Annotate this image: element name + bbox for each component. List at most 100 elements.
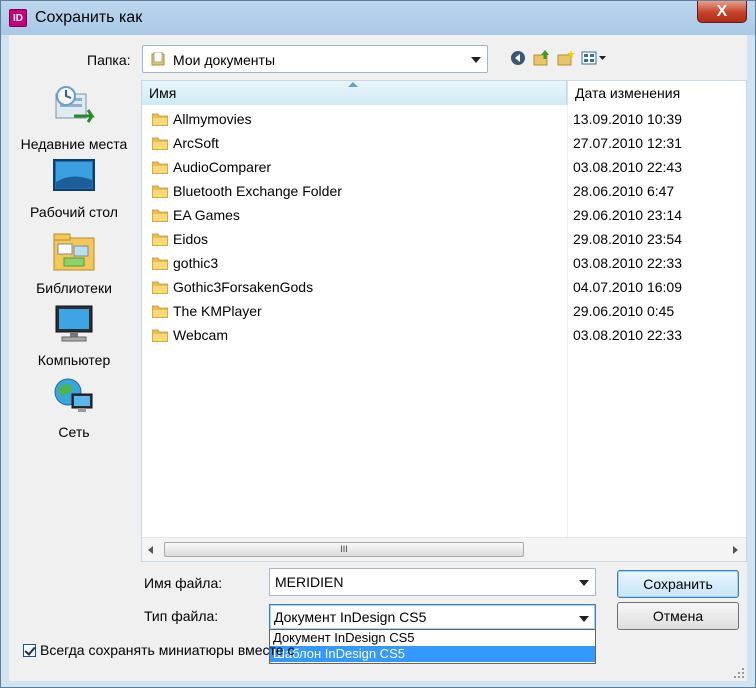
- save-as-dialog: ID Сохранить как X Папка: Мои документы: [0, 0, 756, 688]
- file-name: gothic3: [173, 255, 219, 271]
- list-item[interactable]: Bluetooth Exchange Folder 28.06.2010 6:47: [142, 180, 746, 204]
- scroll-thumb[interactable]: III: [164, 542, 524, 557]
- list-item[interactable]: ArcSoft 27.07.2010 12:31: [142, 132, 746, 156]
- chevron-down-icon[interactable]: [579, 580, 589, 586]
- file-date: 04.07.2010 16:09: [573, 279, 682, 295]
- folder-select-value: Мои документы: [173, 52, 276, 68]
- filetype-value: Документ InDesign CS5: [274, 609, 427, 625]
- place-label-libraries: Библиотеки: [36, 280, 112, 296]
- column-header-date[interactable]: Дата изменения: [567, 81, 746, 105]
- file-date: 03.08.2010 22:33: [573, 327, 682, 343]
- file-rows: Allmymovies 13.09.2010 10:39 ArcSoft 27.07.…: [142, 108, 746, 348]
- column-header-name[interactable]: Имя: [142, 81, 567, 105]
- file-name: Gothic3ForsakenGods: [173, 279, 314, 295]
- list-header: Имя Дата изменения: [142, 81, 746, 105]
- folder-icon: [152, 113, 168, 126]
- filename-label: Имя файла:: [144, 575, 223, 591]
- place-computer[interactable]: Компьютер: [9, 304, 139, 368]
- desktop-icon: [53, 159, 95, 191]
- file-name: EA Games: [173, 207, 240, 223]
- indesign-app-icon: ID: [9, 9, 27, 27]
- list-item[interactable]: Gothic3ForsakenGods 04.07.2010 16:09: [142, 276, 746, 300]
- folder-icon: [152, 329, 168, 342]
- place-network[interactable]: Сеть: [9, 376, 139, 440]
- folder-icon: [152, 233, 168, 246]
- recent-places-icon: [55, 86, 95, 123]
- up-folder-icon[interactable]: [533, 49, 551, 67]
- file-date: 28.06.2010 6:47: [573, 183, 675, 199]
- filetype-option[interactable]: Документ InDesign CS5: [270, 630, 595, 646]
- file-name: AudioComparer: [173, 159, 272, 175]
- thumbnail-checkbox[interactable]: [23, 644, 36, 657]
- file-date: 03.08.2010 22:33: [573, 255, 682, 271]
- file-date: 29.06.2010 23:14: [573, 207, 682, 223]
- place-label-computer: Компьютер: [37, 352, 111, 368]
- list-item[interactable]: Eidos 29.08.2010 23:54: [142, 228, 746, 252]
- folder-icon: [152, 185, 168, 198]
- filetype-select[interactable]: Документ InDesign CS5: [269, 604, 596, 630]
- list-item[interactable]: AudioComparer 03.08.2010 22:43: [142, 156, 746, 180]
- folder-icon: [152, 281, 168, 294]
- sort-ascending-icon: [348, 82, 358, 87]
- thumbnail-checkbox-label: Всегда сохранять миниатюры вместе с: [40, 642, 295, 658]
- file-date: 29.06.2010 0:45: [573, 303, 675, 319]
- filetype-dropdown-list: Документ InDesign CS5 Шаблон InDesign CS…: [269, 629, 596, 664]
- scroll-left-icon[interactable]: [148, 546, 153, 554]
- title-bar[interactable]: ID Сохранить как X: [1, 1, 755, 35]
- file-name: Bluetooth Exchange Folder: [173, 183, 342, 199]
- dialog-client-area: Папка: Мои документы Недавние места Рабо…: [9, 35, 747, 681]
- cancel-button[interactable]: Отмена: [617, 602, 739, 630]
- file-name: ArcSoft: [173, 135, 219, 151]
- column-header-name-label: Имя: [149, 85, 177, 101]
- folder-label: Папка:: [87, 52, 131, 68]
- horizontal-scrollbar[interactable]: III: [142, 537, 746, 561]
- list-item[interactable]: Webcam 03.08.2010 22:33: [142, 324, 746, 348]
- filename-value: MERIDIEN: [275, 574, 344, 590]
- folder-icon: [152, 137, 168, 150]
- back-icon[interactable]: [509, 49, 527, 67]
- file-date: 03.08.2010 22:43: [573, 159, 682, 175]
- file-date: 27.07.2010 12:31: [573, 135, 682, 151]
- window-title: Сохранить как: [35, 9, 143, 26]
- computer-icon: [55, 305, 93, 342]
- chevron-down-icon[interactable]: [471, 57, 481, 63]
- folder-select[interactable]: Мои документы: [142, 45, 488, 73]
- documents-folder-icon: [151, 52, 165, 66]
- column-header-date-label: Дата изменения: [575, 85, 681, 101]
- file-name: The KMPlayer: [173, 303, 262, 319]
- scroll-right-icon[interactable]: [733, 546, 738, 554]
- place-desktop[interactable]: Рабочий стол: [9, 158, 139, 220]
- filename-input[interactable]: MERIDIEN: [269, 568, 596, 596]
- list-item[interactable]: EA Games 29.06.2010 23:14: [142, 204, 746, 228]
- place-label-network: Сеть: [58, 424, 90, 440]
- thumbnail-checkbox-row[interactable]: Всегда сохранять миниатюры вместе с: [23, 642, 294, 658]
- place-label-desktop: Рабочий стол: [30, 204, 118, 220]
- place-label-recent: Недавние места: [20, 136, 128, 152]
- folder-icon: [152, 257, 168, 270]
- places-bar: Недавние места Рабочий стол Библиотеки К…: [9, 80, 139, 500]
- file-name: Webcam: [173, 327, 228, 343]
- file-date: 29.08.2010 23:54: [573, 231, 682, 247]
- navigation-toolbar: [509, 49, 609, 67]
- close-button[interactable]: X: [697, 1, 747, 23]
- new-folder-icon[interactable]: [557, 49, 575, 67]
- list-item[interactable]: gothic3 03.08.2010 22:33: [142, 252, 746, 276]
- folder-icon: [152, 161, 168, 174]
- folder-icon: [152, 209, 168, 222]
- list-item[interactable]: The KMPlayer 29.06.2010 0:45: [142, 300, 746, 324]
- file-name: Allmymovies: [173, 111, 252, 127]
- chevron-down-icon[interactable]: [579, 616, 589, 622]
- place-libraries[interactable]: Библиотеки: [9, 232, 139, 296]
- save-button[interactable]: Сохранить: [617, 570, 739, 598]
- list-item[interactable]: Allmymovies 13.09.2010 10:39: [142, 108, 746, 132]
- file-date: 13.09.2010 10:39: [573, 111, 682, 127]
- filetype-option-highlighted[interactable]: Шаблон InDesign CS5: [270, 646, 595, 662]
- libraries-icon: [53, 233, 95, 271]
- folder-icon: [152, 305, 168, 318]
- place-recent[interactable]: Недавние места: [9, 86, 139, 152]
- view-menu-icon[interactable]: [581, 49, 609, 67]
- file-list[interactable]: Имя Дата изменения Allmymovies 13.09.2010…: [141, 80, 747, 562]
- filetype-label: Тип файла:: [144, 608, 219, 624]
- resize-grip-icon[interactable]: [733, 667, 745, 679]
- network-icon: [54, 378, 93, 412]
